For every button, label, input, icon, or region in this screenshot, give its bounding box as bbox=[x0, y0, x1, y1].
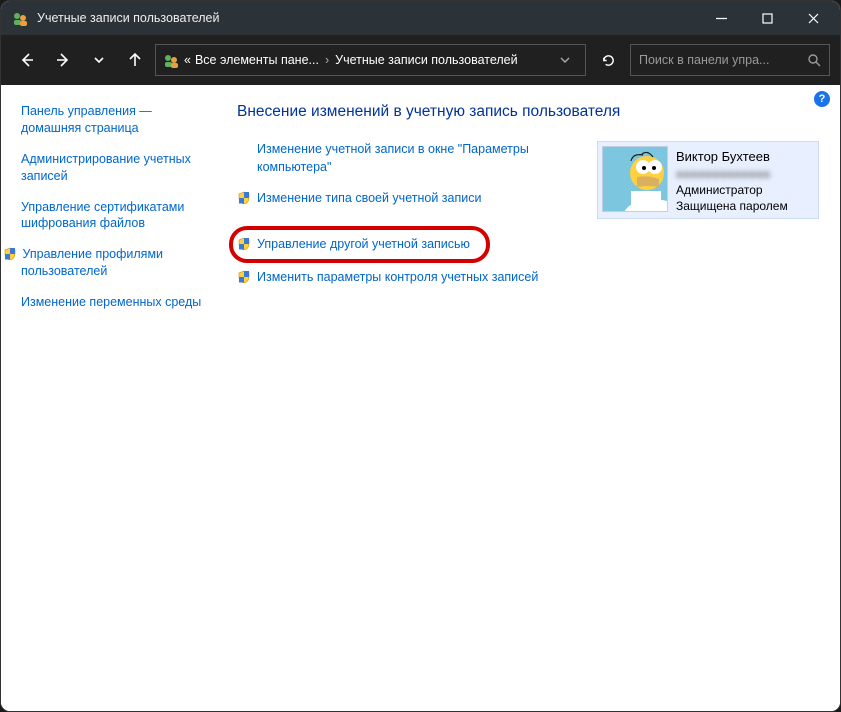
maximize-button[interactable] bbox=[744, 2, 790, 34]
user-card[interactable]: Виктор Бухтеев ●●●●●●●●●●●●● Администрат… bbox=[597, 141, 819, 219]
forward-button[interactable] bbox=[47, 44, 79, 76]
page-heading: Внесение изменений в учетную запись поль… bbox=[237, 103, 820, 121]
minimize-button[interactable] bbox=[698, 2, 744, 34]
task-list: Изменение учетной записи в окне "Парамет… bbox=[237, 141, 577, 301]
search-input[interactable]: Поиск в панели упра... bbox=[630, 44, 830, 76]
breadcrumb-seg1[interactable]: Все элементы пане... bbox=[195, 53, 319, 67]
window-title: Учетные записи пользователей bbox=[37, 11, 698, 25]
address-dropdown[interactable] bbox=[551, 55, 579, 65]
breadcrumb-seg2[interactable]: Учетные записи пользователей bbox=[335, 53, 518, 67]
control-panel-window: Учетные записи пользователей « bbox=[0, 0, 841, 712]
user-info: Виктор Бухтеев ●●●●●●●●●●●●● Администрат… bbox=[676, 146, 788, 214]
user-accounts-icon bbox=[162, 51, 180, 69]
task-change-uac[interactable]: Изменить параметры контроля учетных запи… bbox=[237, 269, 577, 287]
close-button[interactable] bbox=[790, 2, 836, 34]
highlighted-task-box: Управление другой учетной записью bbox=[229, 226, 490, 264]
app-icon bbox=[11, 9, 29, 27]
user-email: ●●●●●●●●●●●●● bbox=[676, 166, 788, 182]
breadcrumb-prefix: « bbox=[184, 53, 191, 67]
search-icon bbox=[807, 53, 821, 67]
sidebar-item-admin-accounts[interactable]: Администрирование учетных записей bbox=[21, 151, 203, 185]
help-icon[interactable]: ? bbox=[814, 91, 830, 107]
task-change-account-type[interactable]: Изменение типа своей учетной записи bbox=[237, 190, 577, 208]
sidebar-item-cert-mgmt[interactable]: Управление сертификатами шифрования файл… bbox=[21, 199, 203, 233]
sidebar-item-env-vars[interactable]: Изменение переменных среды bbox=[21, 294, 203, 311]
titlebar: Учетные записи пользователей bbox=[1, 1, 840, 35]
up-button[interactable] bbox=[119, 44, 151, 76]
sidebar: Панель управления — домашняя страница Ад… bbox=[1, 85, 213, 711]
shield-icon bbox=[237, 270, 251, 284]
shield-icon bbox=[3, 247, 17, 261]
back-button[interactable] bbox=[11, 44, 43, 76]
sidebar-item-home[interactable]: Панель управления — домашняя страница bbox=[21, 103, 203, 137]
navbar: « Все элементы пане... › Учетные записи … bbox=[1, 35, 840, 85]
shield-icon bbox=[237, 191, 251, 205]
task-change-in-settings[interactable]: Изменение учетной записи в окне "Парамет… bbox=[237, 141, 577, 176]
refresh-button[interactable] bbox=[590, 44, 626, 76]
shield-icon bbox=[237, 237, 251, 251]
chevron-right-icon: › bbox=[323, 53, 331, 67]
user-password-status: Защищена паролем bbox=[676, 198, 788, 214]
user-role: Администратор bbox=[676, 182, 788, 198]
search-placeholder: Поиск в панели упра... bbox=[639, 53, 807, 67]
recent-dropdown[interactable] bbox=[83, 44, 115, 76]
sidebar-item-profile-mgmt[interactable]: Управление профилями пользователей bbox=[21, 246, 203, 280]
address-bar[interactable]: « Все элементы пане... › Учетные записи … bbox=[155, 44, 586, 76]
avatar bbox=[602, 146, 668, 212]
main-panel: Внесение изменений в учетную запись поль… bbox=[213, 85, 840, 711]
task-manage-other-account[interactable]: Управление другой учетной записью bbox=[237, 236, 470, 254]
content-area: ? Панель управления — домашняя страница … bbox=[1, 85, 840, 711]
user-name: Виктор Бухтеев bbox=[676, 148, 788, 166]
